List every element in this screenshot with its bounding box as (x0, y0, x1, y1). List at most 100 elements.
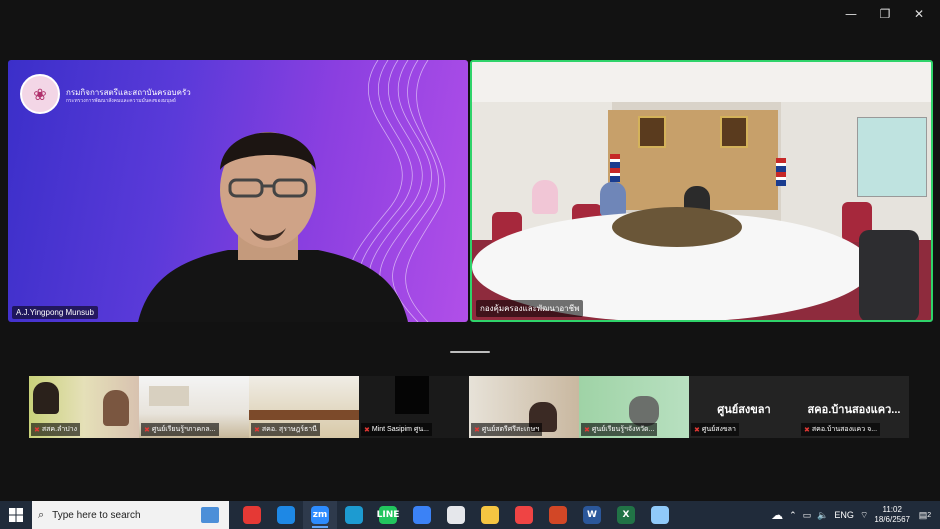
word-icon: W (583, 506, 601, 524)
file-explorer-icon (481, 506, 499, 524)
participant-person (138, 132, 408, 322)
weather-icon[interactable]: ☁ (771, 508, 783, 522)
taskbar-app-chrome[interactable] (235, 501, 269, 529)
mic-muted-icon: ✖ (474, 426, 480, 434)
taskbar-app-webex[interactable] (269, 501, 303, 529)
minimize-button[interactable]: — (834, 4, 868, 24)
thumbnail-name-label: ✖ ศูนย์สงขลา (691, 423, 739, 436)
taskbar-app-word[interactable]: W (575, 501, 609, 529)
mail-icon (413, 506, 431, 524)
participant-name-label: กองคุ้มครองและพัฒนาอาชีพ (476, 300, 584, 317)
system-tray: ☁ ⌃ ▭ 🔈 ENG ⌔ 11:02 18/6/2567 ▤ 2 (771, 501, 940, 529)
zoom-meeting-window: — ❐ ✕ ❀ กรมกิจการสตรีและสถาบันครอบครัว ก… (0, 0, 940, 529)
taskbar-app-line[interactable]: LINE (371, 501, 405, 529)
maximize-button[interactable]: ❐ (868, 4, 902, 24)
mic-muted-icon: ✖ (804, 426, 810, 434)
mic-muted-icon: ✖ (144, 426, 150, 434)
thumbnail-name-label: ✖ สสค.ลำปาง (31, 423, 81, 436)
active-speaker-video-tile[interactable]: กองคุ้มครองและพัฒนาอาชีพ (470, 60, 933, 322)
battery-icon[interactable]: ▭ (803, 510, 812, 521)
foreground-chair (859, 230, 919, 320)
thumbnail-name-label: ✖ ศูนย์เรียนรู้ฯภาคกล... (141, 423, 219, 436)
flag-icon (610, 154, 620, 182)
thumbnail-name-label: ✖ สคอ. สุราษฎร์ธานี (251, 423, 320, 436)
chrome-alt-icon (515, 506, 533, 524)
thumbnail-name-label: ✖ Mint Sasipim ศูน... (361, 423, 432, 436)
flag-icon (776, 158, 786, 186)
whiteboard (857, 117, 927, 197)
participant-figure (629, 396, 659, 426)
mic-muted-icon: ✖ (694, 426, 700, 434)
table-center (612, 207, 742, 247)
calendar-icon (447, 506, 465, 524)
thumbnail-name-label: ✖ ศูนย์สตรีศรีสะเกษฯ (471, 423, 543, 436)
taskbar-app-file-explorer[interactable] (473, 501, 507, 529)
gallery-resize-handle[interactable] (450, 351, 490, 353)
attendee (532, 180, 558, 214)
participant-display-name: สคอ.บ้านสองแคว... (807, 404, 901, 416)
wifi-icon[interactable]: ⌔ (860, 510, 868, 521)
mic-muted-icon: ✖ (254, 426, 260, 434)
mic-muted-icon: ✖ (364, 426, 370, 434)
edge-icon (345, 506, 363, 524)
participant-video-dark (395, 376, 429, 414)
taskbar-app-edge[interactable] (337, 501, 371, 529)
participant-thumbnail[interactable]: ✖ ศูนย์เรียนรู้ฯภาคกล... (139, 376, 249, 438)
excel-icon: X (617, 506, 635, 524)
participant-display-name: ศูนย์สงขลา (717, 404, 771, 416)
participant-figure (103, 390, 129, 426)
participant-video-tile[interactable]: ❀ กรมกิจการสตรีและสถาบันครอบครัว กระทรวง… (8, 60, 468, 322)
taskbar-app-zoom[interactable]: zm (303, 501, 337, 529)
taskbar-search-box[interactable]: ⌕ Type here to search (32, 501, 229, 529)
participant-thumbnail[interactable]: ✖ ศูนย์เรียนรู้ฯจังหวัด... (579, 376, 689, 438)
participant-thumbnail[interactable]: ศูนย์สงขลา ✖ ศูนย์สงขลา (689, 376, 799, 438)
taskbar-app-mail[interactable] (405, 501, 439, 529)
taskbar-app-notepad[interactable] (643, 501, 677, 529)
taskbar-app-excel[interactable]: X (609, 501, 643, 529)
chrome-icon (243, 506, 261, 524)
webex-icon (277, 506, 295, 524)
thumbnail-name-label: ✖ ศูนย์เรียนรู้ฯจังหวัด... (581, 423, 658, 436)
participant-thumbnail[interactable]: สคอ.บ้านสองแคว... ✖ สคอ.บ้านสองแคว จ... (799, 376, 909, 438)
language-indicator[interactable]: ENG (834, 510, 854, 520)
thumbnail-name-label: ✖ สคอ.บ้านสองแคว จ... (801, 423, 881, 436)
participant-name-label: A.J.Yingpong Munsub (12, 306, 98, 319)
notification-button[interactable]: ▤ 2 (916, 506, 934, 524)
zoom-icon: zm (311, 506, 329, 524)
org-subtitle: กระทรวงการพัฒนาสังคมและความมั่นคงของมนุษ… (66, 98, 176, 104)
mic-muted-icon: ✖ (34, 426, 40, 434)
pinned-apps: zm LINE W X (235, 501, 677, 529)
powerpoint-icon (549, 506, 567, 524)
taskbar-clock[interactable]: 11:02 18/6/2567 (874, 505, 910, 525)
participant-thumbnail[interactable]: ✖ ศูนย์สตรีศรีสะเกษฯ (469, 376, 579, 438)
department-logo: ❀ (20, 74, 60, 114)
volume-icon[interactable]: 🔈 (817, 510, 828, 521)
windows-logo-icon (9, 508, 23, 522)
chevron-up-icon[interactable]: ⌃ (789, 510, 797, 521)
notepad-icon (651, 506, 669, 524)
room-table (249, 410, 359, 420)
window-controls: — ❐ ✕ (834, 4, 936, 24)
notification-icon: ▤ (918, 509, 928, 520)
start-button[interactable] (0, 501, 32, 529)
search-highlight-icon (201, 507, 219, 523)
room-background (149, 386, 189, 406)
close-button[interactable]: ✕ (902, 4, 936, 24)
participant-thumbnail[interactable]: ✖ Mint Sasipim ศูน... (359, 376, 469, 438)
clock-time: 11:02 (882, 505, 902, 514)
portrait-frame (720, 116, 748, 148)
search-placeholder: Type here to search (52, 509, 141, 521)
mic-muted-icon: ✖ (584, 426, 590, 434)
participant-thumbnail[interactable]: ✖ สสค.ลำปาง (29, 376, 139, 438)
windows-taskbar: ⌕ Type here to search zm LINE W X ☁ ⌃ ▭ 🔈 E… (0, 501, 940, 529)
attendee (600, 182, 626, 216)
participant-figure (33, 382, 59, 414)
portrait-frame (638, 116, 666, 148)
taskbar-app-powerpoint[interactable] (541, 501, 575, 529)
taskbar-app-calendar[interactable] (439, 501, 473, 529)
line-icon: LINE (377, 506, 399, 524)
participant-thumbnail[interactable]: ✖ สคอ. สุราษฎร์ธานี (249, 376, 359, 438)
participant-thumbnail-strip: ✖ สสค.ลำปาง ✖ ศูนย์เรียนรู้ฯภาคกล... ✖ สคอ.… (29, 376, 910, 438)
taskbar-app-chrome-alt[interactable] (507, 501, 541, 529)
clock-date: 18/6/2567 (874, 515, 910, 524)
